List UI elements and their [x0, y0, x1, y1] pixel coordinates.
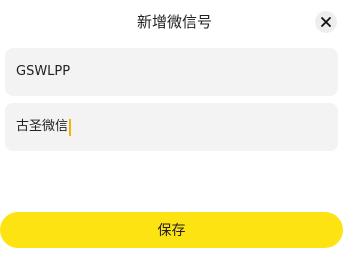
save-button[interactable]: 保存	[0, 212, 343, 248]
save-button-label: 保存	[157, 223, 186, 239]
wechat-id-field[interactable]: GSWLPP	[5, 48, 338, 96]
wechat-name-value: 古圣微信	[16, 119, 69, 134]
dialog-header: 新增微信号	[0, 0, 349, 44]
close-button[interactable]	[315, 11, 337, 33]
wechat-id-value: GSWLPP	[16, 64, 71, 79]
dialog-title: 新增微信号	[136, 13, 212, 31]
text-cursor	[69, 118, 72, 136]
close-icon	[321, 17, 331, 27]
wechat-name-field[interactable]: 古圣微信	[5, 103, 338, 151]
